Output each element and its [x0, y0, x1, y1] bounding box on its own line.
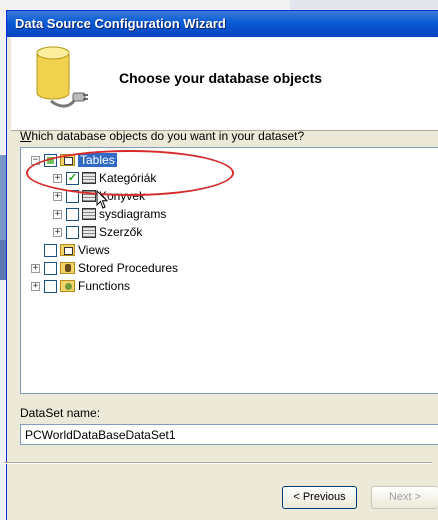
table-icon [82, 208, 96, 220]
previous-button[interactable]: < Previous [282, 486, 357, 509]
title-bar[interactable]: Data Source Configuration Wizard [7, 11, 438, 37]
expand-toggle[interactable]: + [53, 191, 62, 201]
tree-node-stored-procedures[interactable]: + Stored Procedures [31, 260, 178, 276]
page-heading: Choose your database objects [119, 70, 323, 86]
objects-question-label: Which database objects do you want in yo… [20, 129, 304, 143]
database-connection-icon [36, 46, 88, 108]
functions-checkbox[interactable] [44, 279, 57, 293]
background-toolbar [290, 0, 438, 10]
question-mnemonic: W [20, 129, 32, 143]
mouse-cursor-icon [96, 190, 109, 209]
folder-view-icon [60, 244, 75, 256]
procedures-checkbox[interactable] [44, 261, 57, 275]
tree-node-views[interactable]: Views [31, 242, 110, 258]
footer-divider [4, 462, 432, 464]
expand-toggle[interactable]: + [31, 263, 40, 273]
tree-node-label: Szerzők [99, 225, 143, 239]
expand-toggle[interactable]: + [31, 281, 40, 291]
window-title: Data Source Configuration Wizard [15, 16, 226, 31]
wizard-header: Choose your database objects [11, 37, 438, 131]
highlight-annotation [26, 150, 234, 196]
table-icon [82, 226, 96, 238]
dataset-name-label: DataSet name: [20, 406, 101, 420]
tree-node-label: Stored Procedures [78, 261, 179, 275]
tree-node-label: Functions [78, 279, 131, 293]
toggle-spacer [31, 246, 40, 255]
stored-procedure-icon [60, 262, 75, 274]
expand-toggle[interactable]: + [53, 227, 62, 237]
tree-node-table[interactable]: + Szerzők [53, 224, 142, 240]
views-checkbox[interactable] [44, 243, 57, 257]
dataset-name-field[interactable]: PCWorldDataBaseDataSet1 [20, 424, 438, 445]
expand-toggle[interactable]: + [53, 209, 62, 219]
question-text: hich database objects do you want in you… [31, 129, 305, 143]
function-icon [60, 280, 75, 292]
table-checkbox[interactable] [66, 207, 79, 221]
tree-node-functions[interactable]: + Functions [31, 278, 130, 294]
next-button[interactable]: Next > [371, 486, 438, 509]
table-checkbox[interactable] [66, 225, 79, 239]
tree-node-label: Views [78, 243, 110, 257]
